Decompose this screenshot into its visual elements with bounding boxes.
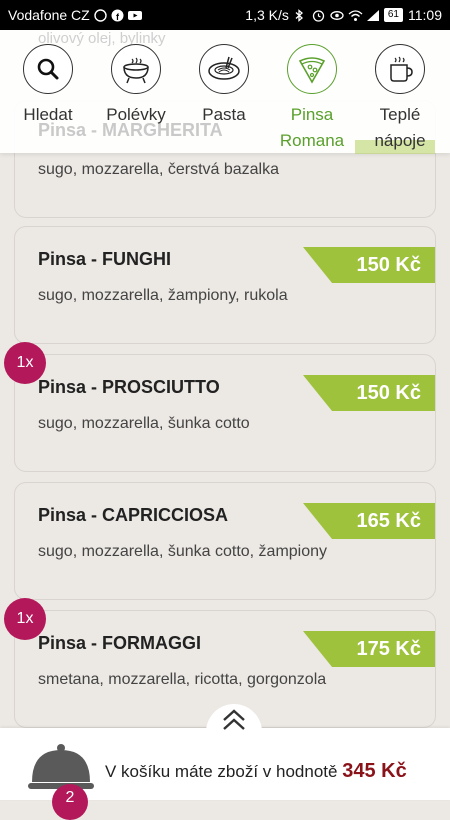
- category-label: Teplé: [379, 105, 421, 124]
- quantity-badge: 1x: [4, 598, 46, 640]
- carrier-label: Vodafone CZ: [8, 7, 90, 23]
- pizza-slice-icon: [287, 44, 337, 94]
- category-label: Hledat: [23, 105, 73, 124]
- category-nav: olivový olej, bylinky Pinsa - MARGHERITA…: [0, 30, 450, 154]
- price-tag: 150 Kč: [303, 247, 435, 283]
- menu-item-card[interactable]: Pinsa - CAPRICCIOSA sugo, mozzarella, šu…: [14, 482, 436, 600]
- soup-pot-icon: [111, 44, 161, 94]
- wifi-icon: [348, 9, 363, 22]
- eye-icon: [330, 9, 344, 22]
- signal-icon: [366, 9, 379, 22]
- menu-item-desc: sugo, mozzarella, žampiony, rukola: [38, 287, 288, 304]
- cart-total: 345 Kč: [342, 760, 407, 782]
- menu-item-desc: sugo, mozzarella, šunka cotto: [38, 415, 250, 432]
- menu-item-desc: sugo, mozzarella, čerstvá bazalka: [38, 161, 279, 178]
- category-pinsa-romana[interactable]: Pinsa Romana: [267, 44, 357, 154]
- net-speed-label: 1,3 K/s: [245, 7, 289, 23]
- bluetooth-icon: [294, 8, 307, 22]
- category-label: Pasta: [202, 105, 246, 124]
- menu-item-desc: sugo, mozzarella, šunka cotto, žampiony: [38, 543, 328, 560]
- category-label-line2: Romana: [279, 131, 345, 150]
- category-search[interactable]: Hledat: [3, 44, 93, 128]
- menu-item-name: Pinsa - FORMAGGI: [38, 633, 202, 653]
- menu-item-card[interactable]: Pinsa - FUNGHI sugo, mozzarella, žampion…: [14, 226, 436, 344]
- quantity-badge: 1x: [4, 342, 46, 384]
- cart-summary-label: V košíku máte zboží v hodnotě: [105, 762, 338, 781]
- category-label: Polévky: [106, 105, 166, 124]
- pasta-plate-icon: [199, 44, 249, 94]
- price-tag: 150 Kč: [303, 375, 435, 411]
- category-pasta[interactable]: Pasta: [179, 44, 269, 128]
- status-bar: Vodafone CZ f 1,3 K/s 61 11:09: [0, 0, 450, 30]
- category-soups[interactable]: Polévky: [91, 44, 181, 128]
- menu-item-name: Pinsa - FUNGHI: [38, 249, 172, 269]
- price-tag: 165 Kč: [303, 503, 435, 539]
- hot-drink-icon: [375, 44, 425, 94]
- menu-item-desc: smetana, mozzarella, ricotta, gorgonzola: [38, 671, 327, 688]
- alarm-icon: [312, 9, 325, 22]
- menu-item-card[interactable]: Pinsa - PROSCIUTTO sugo, mozzarella, šun…: [14, 354, 436, 472]
- clock: 11:09: [408, 7, 442, 23]
- youtube-icon: [127, 9, 142, 22]
- category-label-line2: nápoje: [374, 131, 426, 150]
- menu-item-name: Pinsa - PROSCIUTTO: [38, 377, 220, 397]
- category-label: Pinsa: [290, 105, 334, 124]
- price-tag: 175 Kč: [303, 631, 435, 667]
- double-chevron-up-icon: [223, 709, 245, 730]
- whatsapp-icon: [94, 8, 107, 22]
- battery-level: 61: [383, 8, 403, 22]
- facebook-icon: f: [111, 9, 124, 22]
- search-icon: [23, 44, 73, 94]
- menu-item-name: Pinsa - CAPRICCIOSA: [38, 505, 229, 525]
- category-hot-drinks[interactable]: Teplé nápoje: [355, 44, 445, 154]
- cart-count-badge: 2: [52, 784, 88, 820]
